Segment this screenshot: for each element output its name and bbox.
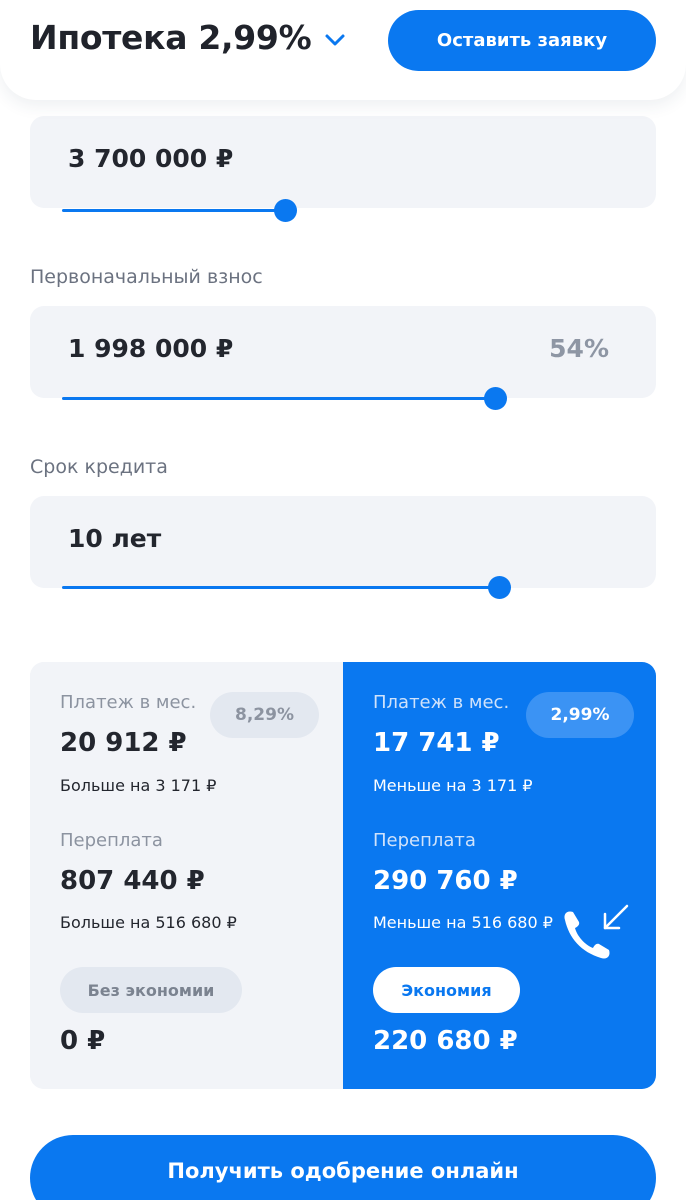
overpay-amount: 290 760 ₽ <box>373 866 518 896</box>
get-approval-button[interactable]: Получить одобрение онлайн <box>30 1135 656 1200</box>
overpay-amount: 807 440 ₽ <box>60 866 205 896</box>
slider-track <box>62 397 496 400</box>
payment-label: Платеж в мес. <box>373 692 510 713</box>
overpay-difference: Меньше на 516 680 ₽ <box>373 913 553 932</box>
rate-badge: 2,99% <box>526 692 634 738</box>
loan-amount-slider[interactable] <box>62 199 297 223</box>
term-label: Срок кредита <box>30 456 168 478</box>
down-payment-percent: 54% <box>549 334 609 363</box>
slider-track <box>62 586 500 589</box>
slider-track <box>62 209 286 212</box>
page-title: Ипотека 2,99% <box>30 18 312 57</box>
savings-amount: 0 ₽ <box>60 1026 106 1056</box>
offer-comparison: Платеж в мес. 8,29% 20 912 ₽ Больше на 3… <box>30 662 656 1089</box>
down-payment-field[interactable]: 1 998 000 ₽ 54% <box>30 306 656 398</box>
product-selector[interactable]: Ипотека 2,99% <box>30 18 347 57</box>
payment-difference: Меньше на 3 171 ₽ <box>373 776 533 795</box>
overpay-label: Переплата <box>60 830 163 851</box>
chevron-down-icon[interactable] <box>323 32 347 48</box>
term-field[interactable]: 10 лет <box>30 496 656 588</box>
savings-badge: Без экономии <box>60 967 242 1013</box>
monthly-payment: 20 912 ₽ <box>60 728 187 758</box>
promo-offer-card: Платеж в мес. 2,99% 17 741 ₽ Меньше на 3… <box>343 662 656 1089</box>
overpay-difference: Больше на 516 680 ₽ <box>60 913 237 932</box>
loan-amount-value[interactable]: 3 700 000 ₽ <box>68 144 233 173</box>
monthly-payment: 17 741 ₽ <box>373 728 500 758</box>
term-slider[interactable] <box>62 576 511 600</box>
down-payment-value[interactable]: 1 998 000 ₽ <box>68 334 233 363</box>
standard-offer-card: Платеж в мес. 8,29% 20 912 ₽ Больше на 3… <box>30 662 343 1089</box>
slider-thumb[interactable] <box>484 387 507 410</box>
slider-thumb[interactable] <box>488 576 511 599</box>
phone-callback-icon[interactable] <box>555 900 635 970</box>
down-payment-label: Первоначальный взнос <box>30 266 263 288</box>
mortgage-calculator-page: Ипотека 2,99% Оставить заявку 3 700 000 … <box>0 0 686 1200</box>
loan-amount-field[interactable]: 3 700 000 ₽ <box>30 116 656 208</box>
overpay-label: Переплата <box>373 830 476 851</box>
down-payment-slider[interactable] <box>62 387 507 411</box>
savings-amount: 220 680 ₽ <box>373 1026 518 1056</box>
payment-difference: Больше на 3 171 ₽ <box>60 776 217 795</box>
rate-badge: 8,29% <box>210 692 319 738</box>
payment-label: Платеж в мес. <box>60 692 197 713</box>
header: Ипотека 2,99% Оставить заявку <box>0 0 686 100</box>
slider-thumb[interactable] <box>274 199 297 222</box>
term-value[interactable]: 10 лет <box>68 524 161 553</box>
savings-badge: Экономия <box>373 967 520 1013</box>
apply-button[interactable]: Оставить заявку <box>388 10 656 71</box>
